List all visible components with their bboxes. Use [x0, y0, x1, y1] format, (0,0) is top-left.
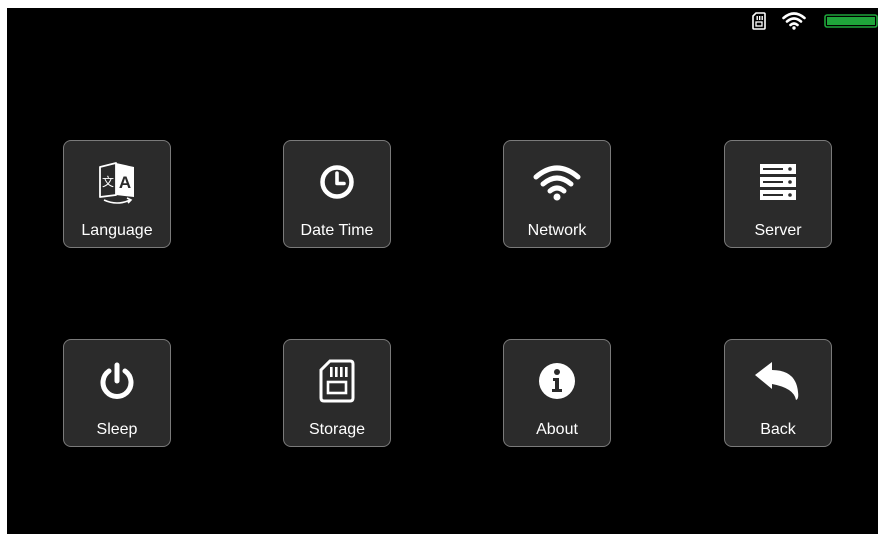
storage-label: Storage	[308, 421, 366, 438]
sd-card-icon	[752, 12, 766, 35]
sleep-button[interactable]: Sleep	[63, 339, 171, 447]
battery-icon	[824, 14, 878, 33]
svg-text:A: A	[119, 173, 131, 192]
wifi-icon	[504, 157, 610, 207]
server-icon	[725, 157, 831, 207]
server-label: Server	[754, 222, 802, 239]
power-icon	[64, 356, 170, 406]
about-label: About	[536, 421, 578, 438]
back-label: Back	[760, 421, 796, 438]
info-icon	[504, 356, 610, 406]
language-icon: A 文	[64, 157, 170, 207]
back-button[interactable]: Back	[724, 339, 832, 447]
back-arrow-icon	[725, 356, 831, 406]
date-time-button[interactable]: Date Time	[283, 140, 391, 248]
status-bar	[678, 8, 878, 34]
language-label: Language	[81, 222, 153, 239]
server-button[interactable]: Server	[724, 140, 832, 248]
storage-button[interactable]: Storage	[283, 339, 391, 447]
language-button[interactable]: A 文 Language	[63, 140, 171, 248]
settings-screen: A 文 Language Date Time Network Server Sl…	[7, 8, 878, 534]
date-time-label: Date Time	[300, 222, 374, 239]
sd-card-icon	[284, 356, 390, 406]
network-label: Network	[527, 222, 587, 239]
svg-text:文: 文	[102, 174, 114, 189]
about-button[interactable]: About	[503, 339, 611, 447]
clock-icon	[284, 157, 390, 207]
wifi-icon	[782, 12, 806, 35]
network-button[interactable]: Network	[503, 140, 611, 248]
sleep-label: Sleep	[96, 421, 138, 438]
